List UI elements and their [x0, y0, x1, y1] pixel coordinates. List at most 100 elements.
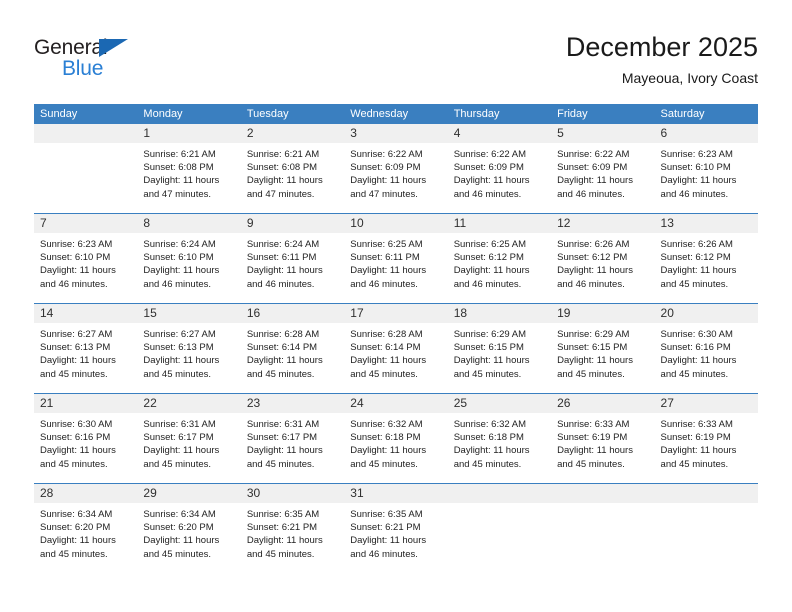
- day-cell[interactable]: 28 Sunrise: 6:34 AM Sunset: 6:20 PM Dayligh…: [34, 484, 138, 573]
- day-detail-line: Sunrise: 6:27 AM: [40, 329, 113, 340]
- day-cell[interactable]: 20 Sunrise: 6:30 AM Sunset: 6:16 PM Dayligh…: [654, 304, 758, 393]
- day-cell[interactable]: 6 Sunrise: 6:23 AM Sunset: 6:10 PM Daylight…: [654, 124, 758, 213]
- day-detail-line: Sunset: 6:18 PM: [453, 432, 524, 444]
- day-detail-line: and 45 minutes.: [660, 368, 729, 380]
- day-number: 12: [557, 216, 571, 230]
- day-detail-line: and 46 minutes.: [453, 278, 522, 290]
- day-detail-line: Daylight: 11 hours: [660, 355, 737, 367]
- day-detail-line: Sunrise: 6:21 AM: [246, 149, 320, 160]
- day-number-band: 14: [34, 304, 138, 323]
- day-cell[interactable]: 25 Sunrise: 6:32 AM Sunset: 6:18 PM Dayligh…: [447, 394, 552, 483]
- day-cell[interactable]: 3 Sunrise: 6:22 AM Sunset: 6:09 PM Daylight…: [344, 124, 448, 213]
- day-detail-line: Sunset: 6:17 PM: [246, 432, 318, 444]
- day-cell[interactable]: 17 Sunrise: 6:28 AM Sunset: 6:14 PM Dayligh…: [344, 304, 448, 393]
- day-detail-line: and 45 minutes.: [557, 458, 625, 470]
- day-detail-line: Daylight: 11 hours: [350, 535, 427, 547]
- day-cell[interactable]: 15 Sunrise: 6:27 AM Sunset: 6:13 PM Dayligh…: [137, 304, 241, 393]
- day-detail-line: Sunset: 6:12 PM: [557, 252, 628, 264]
- day-detail-block: Sunrise: 6:35 AM Sunset: 6:21 PM Daylight:…: [241, 503, 344, 561]
- day-cell[interactable]: 26 Sunrise: 6:33 AM Sunset: 6:19 PM Dayligh…: [551, 394, 655, 483]
- day-cell[interactable]: 11 Sunrise: 6:25 AM Sunset: 6:12 PM Dayligh…: [447, 214, 552, 303]
- day-number-band: 13: [654, 214, 758, 233]
- day-cell[interactable]: 18 Sunrise: 6:29 AM Sunset: 6:15 PM Dayligh…: [447, 304, 552, 393]
- day-detail-line: Daylight: 11 hours: [660, 265, 737, 277]
- day-number: 10: [350, 216, 364, 230]
- day-number-band: 26: [551, 394, 655, 413]
- day-detail-block: Sunrise: 6:31 AM Sunset: 6:17 PM Daylight:…: [137, 413, 240, 471]
- day-cell[interactable]: 14 Sunrise: 6:27 AM Sunset: 6:13 PM Dayligh…: [34, 304, 138, 393]
- day-number: 6: [660, 126, 668, 140]
- day-detail-line: Daylight: 11 hours: [557, 355, 633, 367]
- day-number-band: 6: [654, 124, 758, 143]
- day-detail-line: Sunrise: 6:23 AM: [660, 149, 733, 160]
- day-detail-line: and 46 minutes.: [350, 548, 418, 560]
- day-detail-block: Sunrise: 6:26 AM Sunset: 6:12 PM Daylight:…: [551, 233, 654, 291]
- day-cell[interactable]: 19 Sunrise: 6:29 AM Sunset: 6:15 PM Dayligh…: [551, 304, 655, 393]
- day-detail-line: Sunset: 6:09 PM: [350, 162, 421, 174]
- day-detail-block: Sunrise: 6:21 AM Sunset: 6:08 PM Daylight:…: [137, 143, 240, 201]
- day-number: 31: [350, 486, 364, 500]
- day-cell[interactable]: 8 Sunrise: 6:24 AM Sunset: 6:10 PM Daylight…: [137, 214, 241, 303]
- day-detail-line: and 45 minutes.: [660, 278, 729, 290]
- day-detail-line: Sunrise: 6:29 AM: [453, 329, 527, 340]
- day-detail-line: and 45 minutes.: [246, 548, 315, 560]
- day-detail-line: Sunrise: 6:22 AM: [557, 149, 630, 160]
- day-detail-line: and 45 minutes.: [143, 368, 212, 380]
- day-detail-block: Sunrise: 6:26 AM Sunset: 6:12 PM Daylight:…: [655, 233, 758, 291]
- day-number: 27: [660, 396, 674, 410]
- day-number: 13: [660, 216, 674, 230]
- day-cell[interactable]: 9 Sunrise: 6:24 AM Sunset: 6:11 PM Daylight…: [240, 214, 345, 303]
- day-cell[interactable]: 13 Sunrise: 6:26 AM Sunset: 6:12 PM Dayligh…: [654, 214, 758, 303]
- day-cell[interactable]: 2 Sunrise: 6:21 AM Sunset: 6:08 PM Daylight…: [240, 124, 345, 213]
- day-cell[interactable]: 24 Sunrise: 6:32 AM Sunset: 6:18 PM Dayligh…: [344, 394, 448, 483]
- day-detail-line: Sunrise: 6:33 AM: [557, 419, 630, 430]
- day-detail-block: Sunrise: 6:22 AM Sunset: 6:09 PM Daylight:…: [551, 143, 654, 201]
- weekday-header-wednesday: Wednesday: [350, 108, 409, 120]
- day-cell[interactable]: 21 Sunrise: 6:30 AM Sunset: 6:16 PM Dayligh…: [34, 394, 138, 483]
- day-number-band: 25: [447, 394, 552, 413]
- day-detail-line: and 46 minutes.: [143, 278, 212, 290]
- day-number-band: 22: [137, 394, 241, 413]
- day-detail-block: [448, 503, 551, 508]
- day-number-band: 8: [137, 214, 241, 233]
- day-detail-line: Sunrise: 6:29 AM: [557, 329, 630, 340]
- day-detail-line: and 46 minutes.: [246, 278, 315, 290]
- day-number-band: 17: [344, 304, 448, 323]
- day-cell[interactable]: 27 Sunrise: 6:33 AM Sunset: 6:19 PM Dayligh…: [654, 394, 758, 483]
- day-cell[interactable]: 23 Sunrise: 6:31 AM Sunset: 6:17 PM Dayligh…: [240, 394, 345, 483]
- day-cell[interactable]: 7 Sunrise: 6:23 AM Sunset: 6:10 PM Daylight…: [34, 214, 138, 303]
- day-number-band: 31: [344, 484, 448, 503]
- day-number-band: 21: [34, 394, 138, 413]
- day-detail-line: Daylight: 11 hours: [40, 535, 116, 547]
- day-cell[interactable]: 5 Sunrise: 6:22 AM Sunset: 6:09 PM Daylight…: [551, 124, 655, 213]
- day-detail-line: Daylight: 11 hours: [143, 175, 220, 187]
- day-cell[interactable]: 12 Sunrise: 6:26 AM Sunset: 6:12 PM Dayligh…: [551, 214, 655, 303]
- day-cell[interactable]: 4 Sunrise: 6:22 AM Sunset: 6:09 PM Daylight…: [447, 124, 552, 213]
- day-detail-line: Daylight: 11 hours: [246, 265, 323, 277]
- day-cell[interactable]: 1 Sunrise: 6:21 AM Sunset: 6:08 PM Daylight…: [137, 124, 241, 213]
- day-cell[interactable]: 16 Sunrise: 6:28 AM Sunset: 6:14 PM Dayligh…: [240, 304, 345, 393]
- day-number-band: 15: [137, 304, 241, 323]
- day-cell[interactable]: 31 Sunrise: 6:35 AM Sunset: 6:21 PM Dayligh…: [344, 484, 448, 573]
- day-number: 11: [453, 216, 467, 230]
- general-blue-logo[interactable]: General Blue: [34, 36, 254, 92]
- day-cell[interactable]: 30 Sunrise: 6:35 AM Sunset: 6:21 PM Dayligh…: [240, 484, 345, 573]
- day-detail-line: Daylight: 11 hours: [40, 265, 116, 277]
- day-detail-block: Sunrise: 6:29 AM Sunset: 6:15 PM Daylight:…: [551, 323, 654, 381]
- day-number-band: [34, 124, 138, 143]
- day-detail-line: Sunrise: 6:25 AM: [350, 239, 423, 250]
- weekday-header-tuesday: Tuesday: [246, 108, 289, 120]
- day-cell[interactable]: 29 Sunrise: 6:34 AM Sunset: 6:20 PM Dayligh…: [137, 484, 241, 573]
- day-detail-line: Sunrise: 6:31 AM: [246, 419, 320, 430]
- day-number-band: 18: [447, 304, 552, 323]
- day-number-band: [654, 484, 758, 503]
- day-detail-line: Daylight: 11 hours: [453, 265, 530, 277]
- day-detail-line: and 45 minutes.: [40, 458, 108, 470]
- day-detail-line: Sunset: 6:19 PM: [660, 432, 731, 444]
- day-detail-line: Sunset: 6:15 PM: [557, 342, 628, 354]
- day-cell[interactable]: 10 Sunrise: 6:25 AM Sunset: 6:11 PM Dayligh…: [344, 214, 448, 303]
- day-cell[interactable]: 22 Sunrise: 6:31 AM Sunset: 6:17 PM Dayligh…: [137, 394, 241, 483]
- weekday-header-row: Sunday Monday Tuesday Wednesday Thursday Frid…: [34, 104, 758, 124]
- day-number-band: 27: [654, 394, 758, 413]
- day-detail-block: Sunrise: 6:32 AM Sunset: 6:18 PM Daylight:…: [344, 413, 447, 471]
